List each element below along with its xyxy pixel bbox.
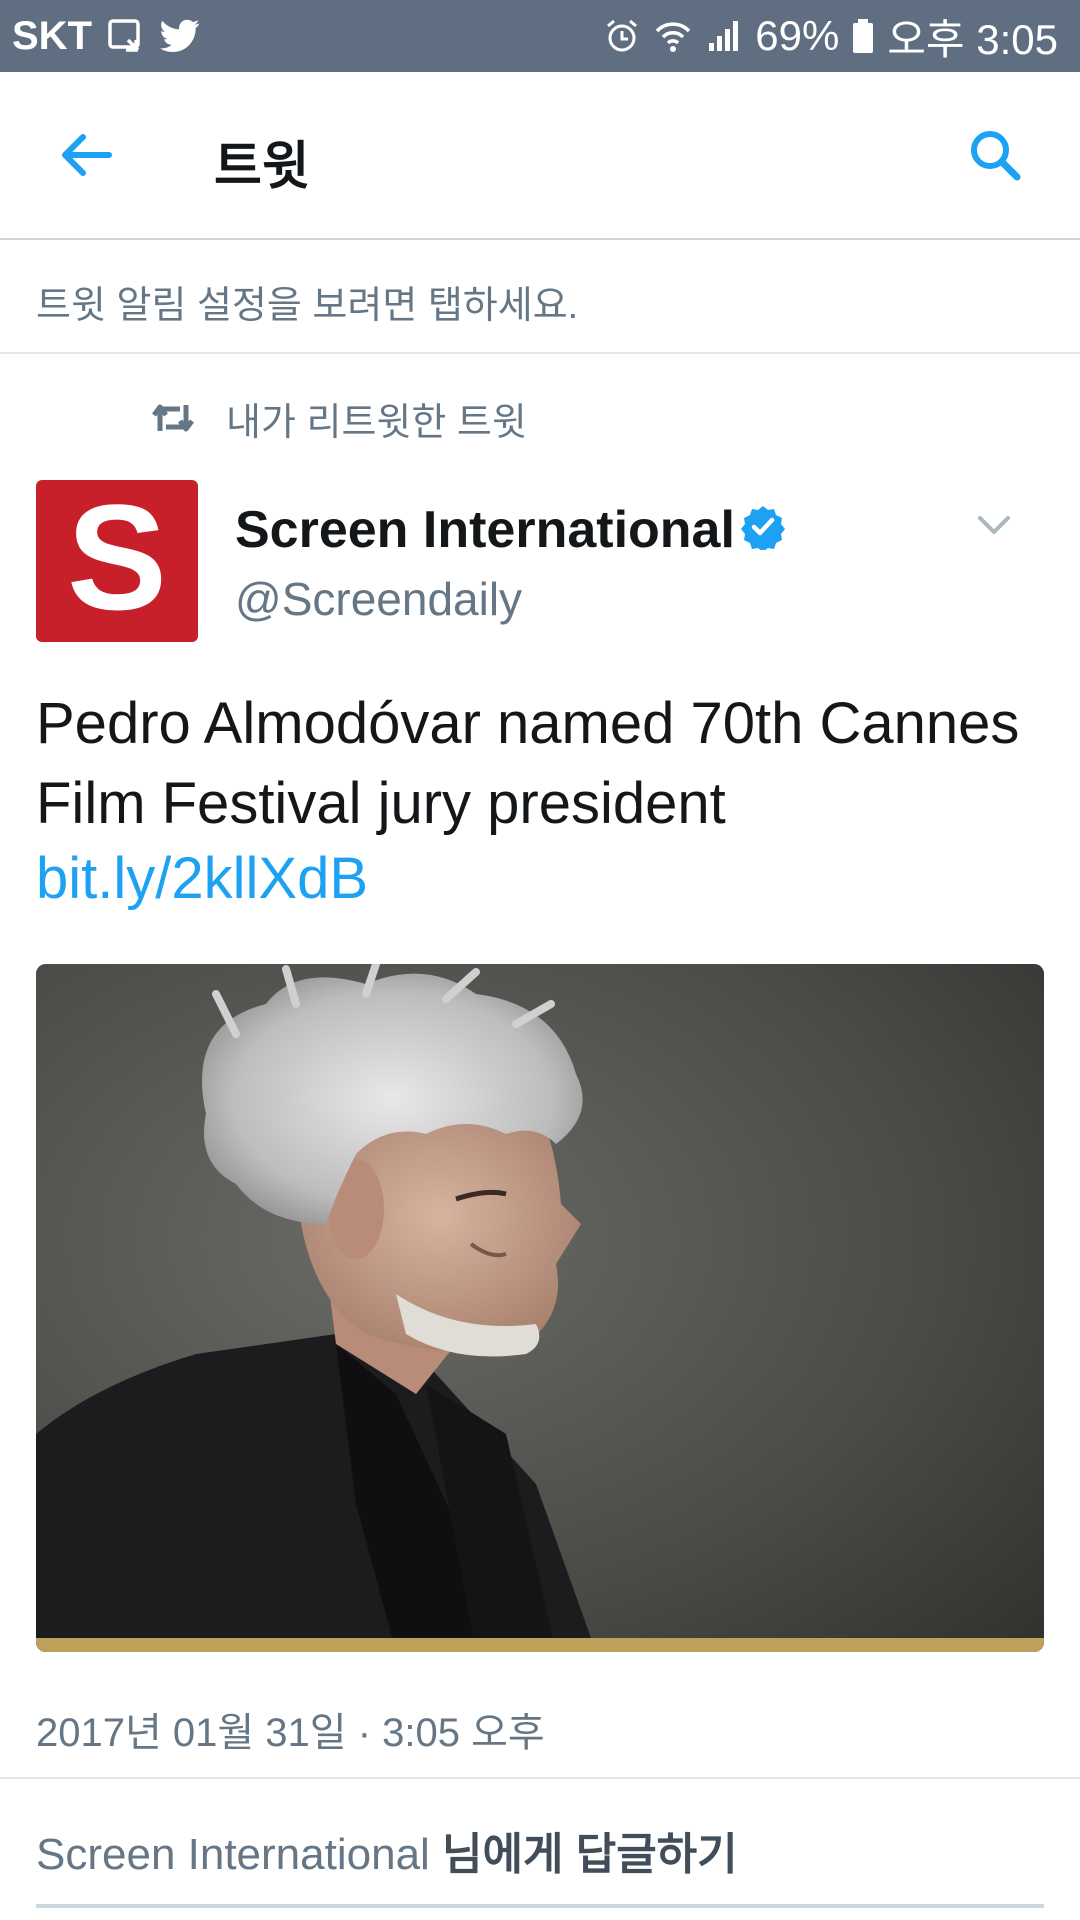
carrier-label: SKT bbox=[12, 13, 92, 58]
tweet-text: Pedro Almodóvar named 70th Cannes Film F… bbox=[36, 691, 1020, 836]
back-arrow-icon bbox=[62, 134, 112, 176]
notification-settings-banner[interactable]: 트윗 알림 설정을 보려면 탭하세요. bbox=[0, 240, 1080, 354]
avatar-logo-letter: S bbox=[66, 473, 168, 641]
reply-input-underline bbox=[36, 1904, 1044, 1908]
portrait-image bbox=[36, 964, 1044, 1652]
tweet-link[interactable]: bit.ly/2kllXdB bbox=[36, 844, 368, 914]
back-button[interactable] bbox=[52, 122, 118, 188]
screen-mirror-icon bbox=[106, 16, 146, 56]
search-icon bbox=[971, 131, 1021, 181]
chevron-down-icon[interactable] bbox=[974, 508, 1014, 540]
verified-badge-icon bbox=[741, 506, 785, 550]
page-title: 트윗 bbox=[214, 138, 310, 196]
twitter-bird-icon bbox=[160, 18, 200, 54]
reply-prompt: 님에게 답글하기 bbox=[442, 1830, 738, 1879]
top-app-bar: 트윗 bbox=[0, 72, 1080, 240]
user-handle[interactable]: @Screendaily bbox=[235, 572, 522, 626]
clock: 오후 3:05 bbox=[887, 15, 1058, 63]
status-bar: SKT 69% 오후 3:05 bbox=[0, 0, 1080, 72]
wifi-icon bbox=[653, 17, 693, 55]
retweet-icon bbox=[152, 404, 194, 432]
avatar[interactable]: S bbox=[36, 480, 198, 642]
retweet-context-label: 내가 리트윗한 트윗 bbox=[226, 401, 527, 444]
divider bbox=[0, 1777, 1080, 1779]
reply-recipient-name: Screen International bbox=[36, 1830, 430, 1879]
display-name[interactable]: Screen International bbox=[235, 500, 735, 560]
tweet-photo[interactable] bbox=[36, 964, 1044, 1652]
battery-percent: 69% bbox=[755, 12, 840, 59]
notification-settings-text: 트윗 알림 설정을 보려면 탭하세요. bbox=[36, 285, 579, 327]
alarm-icon bbox=[603, 17, 641, 55]
reply-input[interactable]: Screen International 님에게 답글하기 bbox=[36, 1818, 738, 1882]
battery-icon bbox=[851, 17, 875, 55]
tweet-timestamp: 2017년 01월 31일 · 3:05 오후 bbox=[36, 1711, 545, 1755]
search-button[interactable] bbox=[962, 122, 1028, 188]
photo-border-strip bbox=[36, 1638, 1044, 1652]
retweet-context: 내가 리트윗한 트윗 bbox=[150, 393, 527, 444]
signal-icon bbox=[705, 17, 743, 55]
